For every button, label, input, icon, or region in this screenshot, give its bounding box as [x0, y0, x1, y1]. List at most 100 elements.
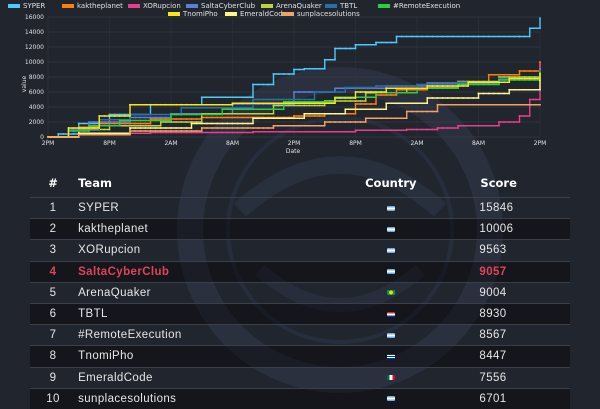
series-point[interactable]	[359, 43, 362, 46]
series-point[interactable]	[416, 128, 418, 131]
series-point[interactable]	[441, 87, 444, 90]
series-point[interactable]	[313, 130, 316, 133]
team-name-link[interactable]: SYPER	[76, 196, 365, 219]
series-point[interactable]	[170, 113, 172, 116]
series-point[interactable]	[426, 35, 429, 38]
series-point[interactable]	[523, 35, 526, 38]
series-point[interactable]	[364, 129, 367, 132]
series-point[interactable]	[221, 122, 224, 125]
series-point[interactable]	[211, 106, 213, 109]
series-point[interactable]	[508, 92, 511, 95]
series-point[interactable]	[390, 87, 393, 90]
series-point[interactable]	[298, 91, 301, 93]
series-point[interactable]	[339, 91, 342, 93]
legend-label[interactable]: ArenaQuaker	[276, 2, 322, 10]
series-point[interactable]	[436, 97, 439, 99]
series-point[interactable]	[349, 121, 352, 123]
series-point[interactable]	[451, 85, 454, 87]
series-point[interactable]	[359, 86, 362, 89]
series-point[interactable]	[98, 127, 101, 129]
series-point[interactable]	[539, 79, 541, 82]
series-point[interactable]	[144, 124, 147, 127]
series-point[interactable]	[533, 27, 536, 30]
series-point[interactable]	[159, 127, 162, 129]
team-name-link[interactable]: SaltaCyberClub	[76, 260, 365, 283]
series-point[interactable]	[200, 103, 203, 106]
legend-swatch[interactable]	[282, 12, 294, 16]
legend-swatch[interactable]	[186, 4, 198, 8]
series-point[interactable]	[282, 130, 285, 133]
series-point[interactable]	[369, 108, 372, 111]
series-point[interactable]	[98, 133, 101, 136]
series-point[interactable]	[477, 103, 480, 106]
series-point[interactable]	[82, 127, 85, 129]
series-point[interactable]	[426, 128, 429, 131]
series-point[interactable]	[395, 85, 398, 87]
series-point[interactable]	[380, 94, 383, 96]
series-point[interactable]	[400, 117, 403, 120]
series-point[interactable]	[211, 103, 213, 106]
series-point[interactable]	[482, 92, 485, 95]
series-point[interactable]	[277, 102, 280, 105]
series-point[interactable]	[421, 110, 424, 113]
series-point[interactable]	[123, 119, 126, 122]
series-point[interactable]	[262, 127, 265, 129]
series-point[interactable]	[82, 133, 85, 136]
series-point[interactable]	[457, 127, 459, 129]
series-point[interactable]	[62, 133, 65, 135]
series-point[interactable]	[144, 116, 147, 119]
series-point[interactable]	[205, 127, 208, 129]
series-point[interactable]	[477, 92, 480, 95]
series-point[interactable]	[205, 103, 208, 106]
series-point[interactable]	[354, 112, 357, 115]
series-point[interactable]	[57, 133, 60, 135]
series-point[interactable]	[164, 113, 167, 116]
series-point[interactable]	[246, 112, 249, 115]
series-point[interactable]	[287, 130, 290, 133]
series-point[interactable]	[426, 102, 429, 105]
series-point[interactable]	[154, 113, 157, 116]
series-point[interactable]	[400, 87, 403, 90]
series-point[interactable]	[180, 130, 183, 132]
series-point[interactable]	[482, 35, 485, 38]
series-point[interactable]	[236, 116, 239, 119]
series-point[interactable]	[190, 113, 193, 116]
series-point[interactable]	[364, 117, 367, 120]
series-point[interactable]	[252, 96, 254, 99]
series-point[interactable]	[328, 130, 331, 133]
series-point[interactable]	[426, 110, 429, 113]
series-point[interactable]	[344, 86, 347, 89]
series-point[interactable]	[303, 104, 306, 107]
series-point[interactable]	[498, 92, 500, 95]
series-point[interactable]	[328, 102, 331, 105]
series-point[interactable]	[267, 102, 270, 105]
series-point[interactable]	[226, 116, 229, 119]
series-point[interactable]	[139, 113, 142, 116]
series-point[interactable]	[472, 124, 475, 127]
series-point[interactable]	[257, 83, 260, 86]
series-point[interactable]	[298, 124, 301, 127]
series-point[interactable]	[282, 73, 285, 75]
series-point[interactable]	[293, 73, 295, 75]
series-point[interactable]	[267, 83, 270, 86]
series-point[interactable]	[282, 124, 285, 127]
series-point[interactable]	[226, 122, 229, 125]
series-point[interactable]	[144, 113, 147, 116]
series-point[interactable]	[405, 35, 408, 38]
series-point[interactable]	[139, 130, 142, 132]
series-point[interactable]	[334, 130, 336, 133]
series-point[interactable]	[421, 87, 424, 90]
series-point[interactable]	[395, 41, 398, 44]
series-point[interactable]	[52, 136, 55, 138]
series-point[interactable]	[175, 113, 178, 116]
series-point[interactable]	[170, 127, 172, 129]
series-point[interactable]	[462, 97, 465, 99]
series-point[interactable]	[349, 100, 352, 102]
series-point[interactable]	[528, 103, 531, 106]
series-point[interactable]	[375, 41, 377, 44]
series-point[interactable]	[359, 100, 362, 102]
series-point[interactable]	[252, 98, 254, 101]
series-point[interactable]	[539, 98, 541, 101]
series-point[interactable]	[88, 133, 90, 136]
series-point[interactable]	[400, 85, 403, 87]
